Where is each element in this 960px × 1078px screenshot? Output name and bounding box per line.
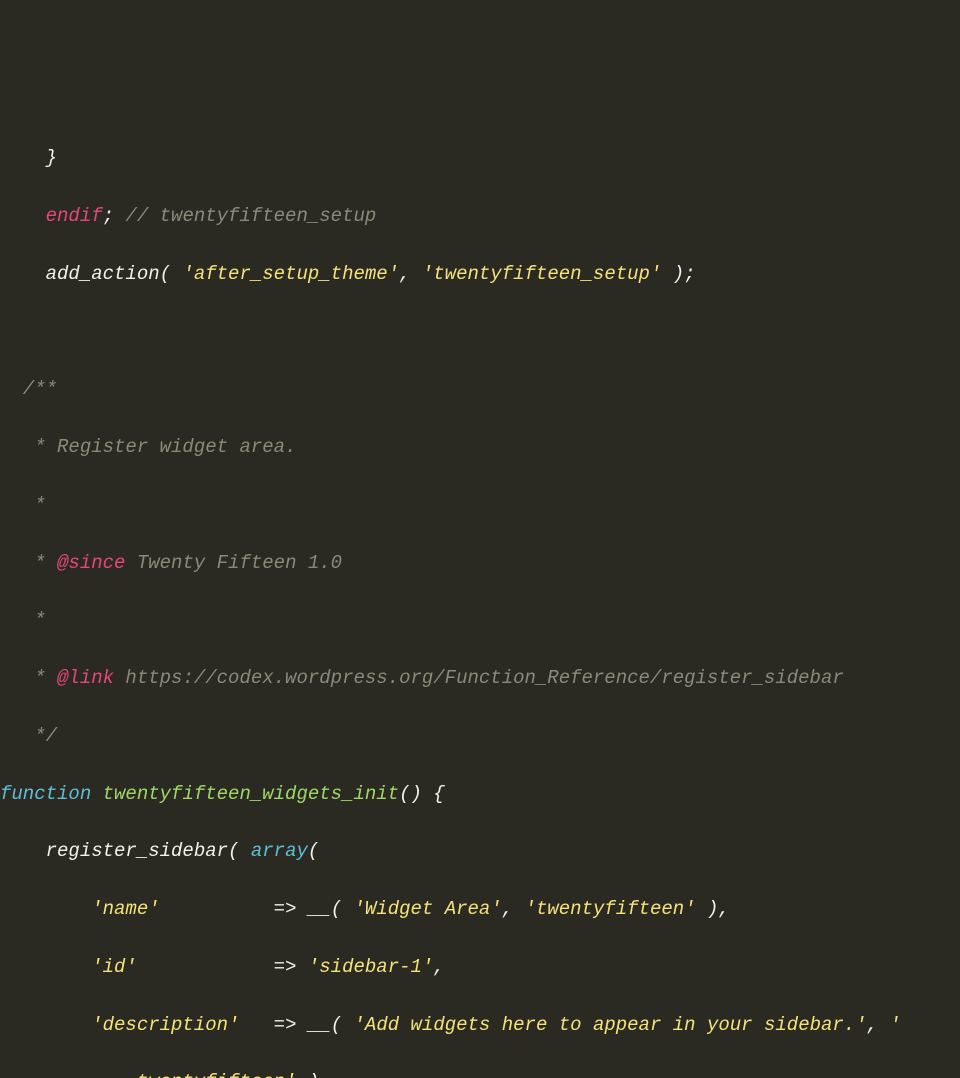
- semicolon: ;: [103, 205, 114, 227]
- function-name: twentyfifteen_widgets_init: [103, 783, 399, 805]
- indent: [0, 898, 91, 920]
- code-line: * @since Twenty Fifteen 1.0: [0, 549, 960, 578]
- docblock-url: https://codex.wordpress.org/Function_Ref…: [114, 667, 844, 689]
- docblock-tag-link: @link: [57, 667, 114, 689]
- arrow: =>: [274, 956, 308, 978]
- array-key: 'description': [91, 1014, 239, 1036]
- comment: // twentyfifteen_setup: [114, 205, 376, 227]
- fn-call: __: [308, 1014, 331, 1036]
- docblock-text: * Register widget area.: [0, 436, 296, 458]
- code-line: 'description' => __( 'Add widgets here t…: [0, 1011, 960, 1040]
- keyword-endif: endif: [0, 205, 103, 227]
- indent: [0, 1071, 137, 1078]
- string: 'Widget Area': [354, 898, 502, 920]
- docblock-star: *: [0, 494, 46, 516]
- paren: (: [331, 898, 354, 920]
- indent: [0, 840, 46, 862]
- comma: ,: [867, 1014, 890, 1036]
- array-key: 'id': [91, 956, 137, 978]
- paren: ),: [296, 1071, 330, 1078]
- code-line: *: [0, 606, 960, 635]
- code-line: register_sidebar( array(: [0, 837, 960, 866]
- string: 'twentyfifteen_setup': [422, 263, 661, 285]
- fn-call: __: [308, 898, 331, 920]
- code-editor[interactable]: } endif; // twentyfifteen_setup add_acti…: [0, 116, 960, 1078]
- comma: ,: [399, 263, 422, 285]
- docblock-star: *: [0, 667, 57, 689]
- code-line: 'id' => 'sidebar-1',: [0, 953, 960, 982]
- code-line: }: [0, 144, 960, 173]
- code-line: add_action( 'after_setup_theme', 'twenty…: [0, 260, 960, 289]
- brace-open: {: [422, 783, 445, 805]
- code-line: /**: [0, 375, 960, 404]
- code-line: */: [0, 722, 960, 751]
- arrow: =>: [274, 898, 308, 920]
- paren: (: [331, 1014, 354, 1036]
- code-line: * @link https://codex.wordpress.org/Func…: [0, 664, 960, 693]
- string: 'twentyfifteen': [525, 898, 696, 920]
- string: 'sidebar-1': [308, 956, 433, 978]
- comma: ,: [502, 898, 525, 920]
- align-pad: [239, 1014, 273, 1036]
- parens: (): [399, 783, 422, 805]
- align-pad: [160, 898, 274, 920]
- code-line: * Register widget area.: [0, 433, 960, 462]
- code-line-blank: [0, 318, 960, 347]
- fn-call: register_sidebar: [46, 840, 228, 862]
- brace-close: }: [0, 147, 57, 169]
- array-key: 'name': [91, 898, 159, 920]
- code-line: 'name' => __( 'Widget Area', 'twentyfift…: [0, 895, 960, 924]
- align-pad: [137, 956, 274, 978]
- arrow: =>: [274, 1014, 308, 1036]
- paren: ),: [696, 898, 730, 920]
- string: 'after_setup_theme': [182, 263, 399, 285]
- docblock-star: *: [0, 552, 57, 574]
- docblock-tag-since: @since: [57, 552, 125, 574]
- string: 'Add widgets here to appear in your side…: [354, 1014, 867, 1036]
- code-line: endif; // twentyfifteen_setup: [0, 202, 960, 231]
- space: [91, 783, 102, 805]
- paren: );: [661, 263, 695, 285]
- string-continued: twentyfifteen': [137, 1071, 297, 1078]
- docblock-star: *: [0, 609, 46, 631]
- fn-call: add_action: [0, 263, 160, 285]
- docblock-text: Twenty Fifteen 1.0: [125, 552, 342, 574]
- docblock-close: */: [0, 725, 57, 747]
- code-line: *: [0, 491, 960, 520]
- keyword-function: function: [0, 783, 91, 805]
- code-line: function twentyfifteen_widgets_init() {: [0, 780, 960, 809]
- indent: [0, 1014, 91, 1036]
- paren: (: [160, 263, 183, 285]
- comma: ,: [433, 956, 444, 978]
- indent: [0, 956, 91, 978]
- keyword-array: array: [251, 840, 308, 862]
- string-quote: ': [889, 1014, 900, 1036]
- docblock-open: /**: [0, 378, 57, 400]
- paren: (: [308, 840, 319, 862]
- paren: (: [228, 840, 251, 862]
- code-line: twentyfifteen' ),: [0, 1068, 960, 1078]
